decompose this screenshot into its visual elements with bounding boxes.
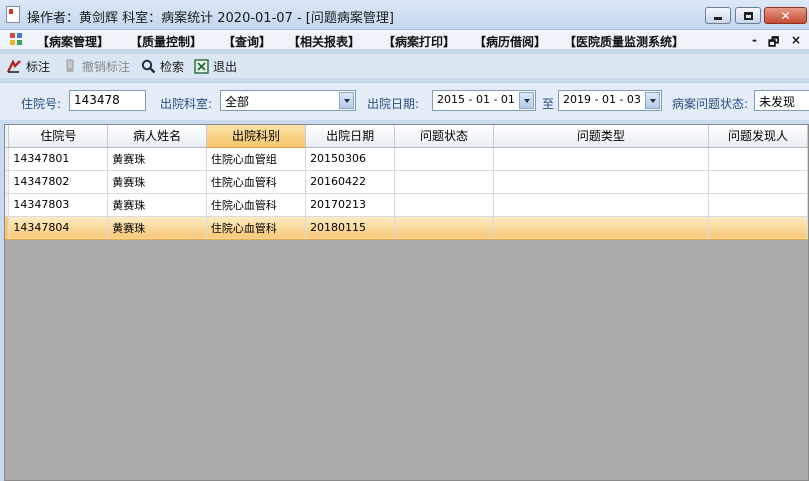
table-row[interactable]: 14347803 黄赛珠 住院心血管科 20170213 <box>5 193 808 217</box>
cell-patient-name: 黄赛珠 <box>107 193 207 217</box>
admission-no-label: 住院号: <box>21 97 62 111</box>
discharge-date-label: 出院日期: <box>367 97 420 111</box>
cell-problem-status <box>394 193 494 217</box>
menu-query[interactable]: 【查询】 <box>223 33 271 50</box>
cell-admission-no: 14347803 <box>8 193 109 217</box>
case-status-select[interactable]: 未发现 <box>754 90 809 111</box>
column-header-problem-reporter[interactable]: 问题发现人 <box>708 125 808 148</box>
column-header-discharge-date[interactable]: 出院日期 <box>305 125 396 148</box>
cell-admission-no: 14347801 <box>8 147 109 171</box>
cell-admission-no: 14347802 <box>8 170 109 194</box>
column-header-discharge-dept[interactable]: 出院科别 <box>206 125 307 148</box>
date-to-value: 2019 - 01 - 03 <box>563 93 641 106</box>
close-icon: ✕ <box>780 8 791 23</box>
close-button[interactable]: ✕ <box>764 7 807 24</box>
discharge-dept-select[interactable]: 全部 <box>220 90 356 111</box>
exit-icon <box>194 58 209 74</box>
cell-problem-reporter <box>708 170 808 194</box>
exit-button[interactable]: 退出 <box>194 58 237 74</box>
cell-discharge-dept: 住院心血管科 <box>206 193 307 217</box>
cell-admission-no: 14347804 <box>8 216 109 240</box>
discharge-dept-value: 全部 <box>225 95 250 109</box>
window-title: 操作者：黄剑辉 科室：病案统计 2020-01-07 - [问题病案管理] <box>27 11 394 26</box>
column-header-problem-status[interactable]: 问题状态 <box>394 125 494 148</box>
search-button[interactable]: 检索 <box>141 58 184 74</box>
table-row-selected[interactable]: 14347804 黄赛珠 住院心血管科 20180115 <box>5 216 808 240</box>
menu-case-management[interactable]: 【病案管理】 <box>37 33 109 50</box>
app-icon <box>6 6 20 23</box>
date-range-separator: 至 <box>542 97 555 111</box>
admission-no-input[interactable]: 143478 <box>69 90 146 111</box>
case-status-label: 病案问题状态: <box>672 97 749 111</box>
cell-problem-status <box>394 170 494 194</box>
title-bar: 操作者：黄剑辉 科室：病案统计 2020-01-07 - [问题病案管理] ✕ <box>0 0 809 30</box>
search-icon <box>141 59 156 74</box>
mdi-restore-button[interactable]: 🗗 <box>768 33 779 54</box>
menu-record-borrow[interactable]: 【病历借阅】 <box>474 33 546 50</box>
maximize-button[interactable] <box>735 7 761 24</box>
chevron-down-icon[interactable] <box>519 92 534 109</box>
cell-problem-reporter <box>708 147 808 171</box>
cell-problem-type <box>493 193 710 217</box>
column-header-problem-type[interactable]: 问题类型 <box>493 125 710 148</box>
exit-label: 退出 <box>213 59 238 74</box>
cell-problem-status <box>394 147 494 171</box>
menu-hospital-quality[interactable]: 【医院质量监测系统】 <box>564 33 684 50</box>
date-to-picker[interactable]: 2019 - 01 - 03 <box>558 90 662 111</box>
cell-problem-type <box>493 147 710 171</box>
cell-problem-type <box>493 170 710 194</box>
cell-problem-type <box>493 216 710 240</box>
date-from-value: 2015 - 01 - 01 <box>437 93 515 106</box>
cell-patient-name: 黄赛珠 <box>107 216 207 240</box>
cell-patient-name: 黄赛珠 <box>107 170 207 194</box>
menu-reports[interactable]: 【相关报表】 <box>288 33 360 50</box>
table-row[interactable]: 14347802 黄赛珠 住院心血管科 20160422 <box>5 170 808 194</box>
search-label: 检索 <box>160 59 185 74</box>
menu-bar: 【病案管理】 【质量控制】 【查询】 【相关报表】 【病案打印】 【病历借阅】 … <box>0 30 809 50</box>
minimize-button[interactable] <box>705 7 731 24</box>
case-grid: 住院号 病人姓名 出院科别 出院日期 问题状态 问题类型 问题发现人 14347… <box>4 124 809 481</box>
mark-icon <box>6 58 22 74</box>
toolbar: 标注 撤销标注 检索 退出 <box>0 54 809 78</box>
cell-discharge-dept: 住院心血管组 <box>206 147 307 171</box>
cell-problem-status <box>394 216 494 240</box>
mdi-minimize-button[interactable]: - <box>752 33 757 47</box>
maximize-icon <box>743 11 753 20</box>
minimize-icon <box>714 17 722 20</box>
cell-problem-reporter <box>708 193 808 217</box>
filter-bar: 住院号: 143478 出院科室: 全部 出院日期: 2015 - 01 - 0… <box>0 82 809 120</box>
unmark-button[interactable]: 撤销标注 <box>63 58 130 74</box>
discharge-dept-label: 出院科室: <box>160 97 213 111</box>
cell-discharge-dept: 住院心血管科 <box>206 170 307 194</box>
case-table: 住院号 病人姓名 出院科别 出院日期 问题状态 问题类型 问题发现人 14347… <box>5 125 808 240</box>
chevron-down-icon[interactable] <box>339 92 354 109</box>
cell-problem-reporter <box>708 216 808 240</box>
menu-case-print[interactable]: 【病案打印】 <box>383 33 455 50</box>
cell-discharge-date: 20160422 <box>305 170 396 194</box>
table-row[interactable]: 14347801 黄赛珠 住院心血管组 20150306 <box>5 147 808 171</box>
mark-label: 标注 <box>26 59 51 74</box>
cell-patient-name: 黄赛珠 <box>107 147 207 171</box>
column-header-admission-no[interactable]: 住院号 <box>8 125 109 148</box>
mdi-close-button[interactable]: × <box>791 33 801 47</box>
chevron-down-icon[interactable] <box>645 92 660 109</box>
cell-discharge-date: 20170213 <box>305 193 396 217</box>
date-from-picker[interactable]: 2015 - 01 - 01 <box>432 90 536 111</box>
unmark-label: 撤销标注 <box>82 59 131 74</box>
cell-discharge-date: 20150306 <box>305 147 396 171</box>
cell-discharge-date: 20180115 <box>305 216 396 240</box>
cell-discharge-dept: 住院心血管科 <box>206 216 307 240</box>
menu-quality-control[interactable]: 【质量控制】 <box>130 33 202 50</box>
mark-button[interactable]: 标注 <box>6 58 51 74</box>
app-menu-icon[interactable] <box>10 33 23 46</box>
eraser-icon <box>63 59 78 74</box>
column-header-patient-name[interactable]: 病人姓名 <box>107 125 207 148</box>
